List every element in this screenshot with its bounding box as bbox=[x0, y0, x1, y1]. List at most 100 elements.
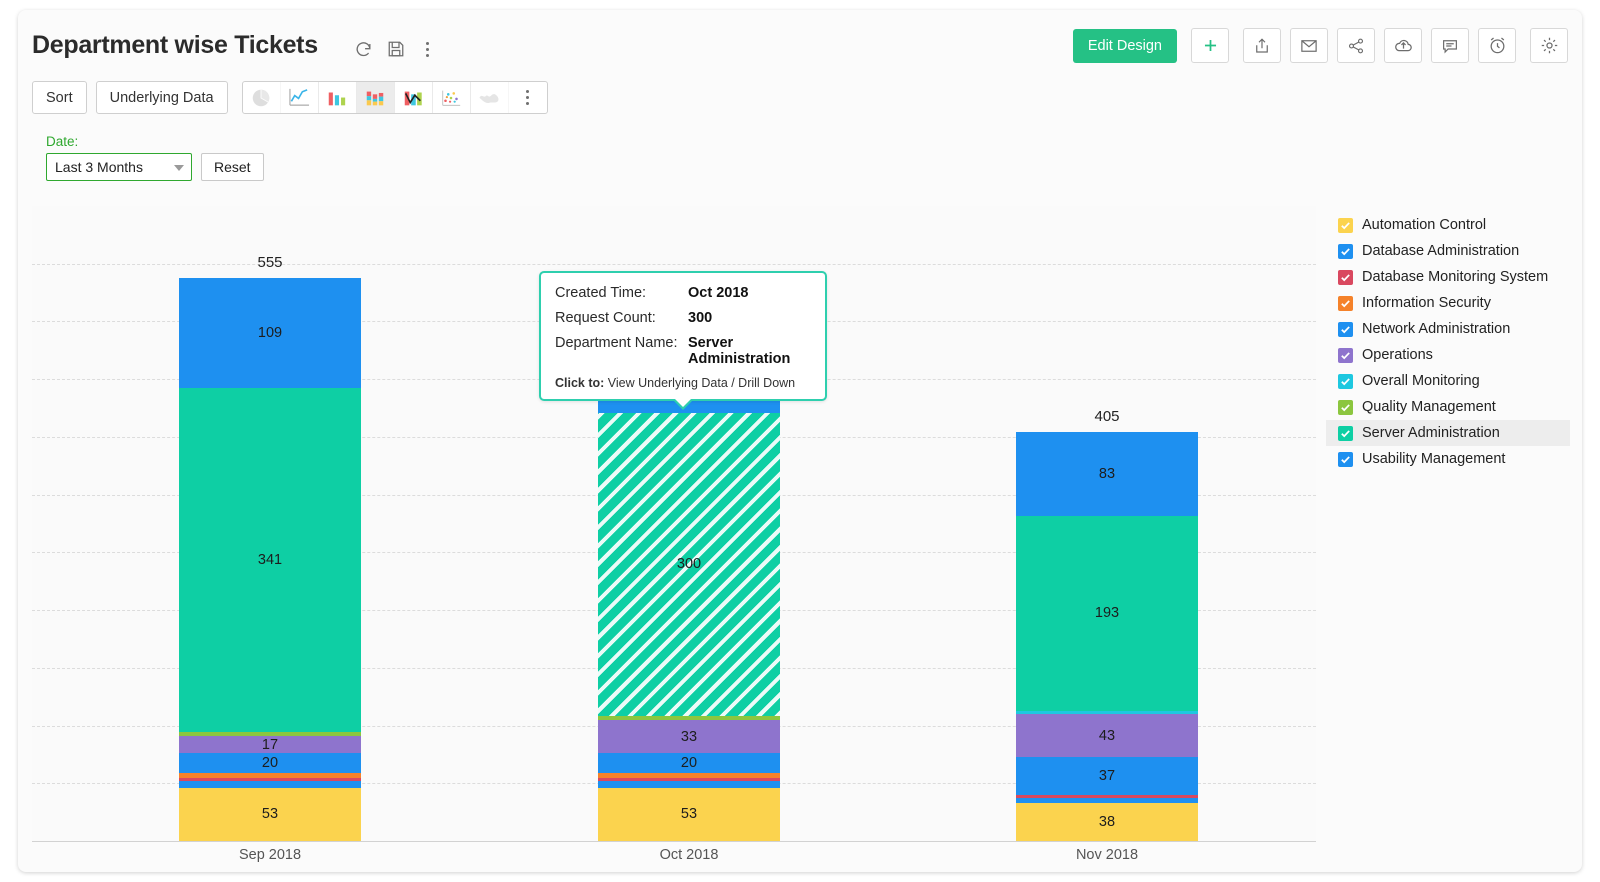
legend-label: Operations bbox=[1362, 347, 1433, 363]
legend-label: Automation Control bbox=[1362, 217, 1486, 233]
bar-segment[interactable] bbox=[1016, 711, 1198, 714]
tooltip-key: Department Name: bbox=[555, 335, 688, 367]
tooltip-footer-prefix: Click to: bbox=[555, 376, 604, 390]
legend-checkbox[interactable] bbox=[1338, 426, 1353, 441]
legend-checkbox[interactable] bbox=[1338, 218, 1353, 233]
bar-segment[interactable] bbox=[179, 781, 361, 787]
bar-segment[interactable]: 53 bbox=[598, 788, 780, 842]
bar-segment[interactable] bbox=[598, 778, 780, 781]
chevron-down-icon bbox=[174, 165, 184, 171]
bar-segment-label: 109 bbox=[258, 325, 282, 341]
settings-icon[interactable] bbox=[1530, 28, 1568, 63]
save-icon[interactable] bbox=[387, 40, 406, 59]
more-chart-options-icon[interactable] bbox=[509, 82, 547, 113]
tooltip-key: Request Count: bbox=[555, 310, 688, 326]
scatter-chart-icon[interactable] bbox=[433, 82, 471, 113]
legend-item[interactable]: Automation Control bbox=[1326, 212, 1570, 238]
bar-total-label: 555 bbox=[179, 254, 361, 271]
export-icon[interactable] bbox=[1243, 28, 1281, 63]
alarm-icon[interactable] bbox=[1478, 28, 1516, 63]
map-chart-icon[interactable] bbox=[471, 82, 509, 113]
legend-item[interactable]: Operations bbox=[1326, 342, 1570, 368]
page-title: Department wise Tickets bbox=[32, 31, 318, 60]
legend-item[interactable]: Quality Management bbox=[1326, 394, 1570, 420]
bar-segment[interactable] bbox=[179, 773, 361, 778]
bar-segment[interactable] bbox=[598, 716, 780, 720]
publish-icon[interactable] bbox=[1384, 28, 1422, 63]
dashboard-panel: Department wise Tickets Edit Design bbox=[18, 10, 1582, 872]
bar-segment[interactable]: 53 bbox=[179, 788, 361, 842]
legend-label: Database Monitoring System bbox=[1362, 269, 1548, 285]
bar-chart-icon[interactable] bbox=[319, 82, 357, 113]
bar-stack[interactable]: 532017341109555 bbox=[179, 278, 361, 841]
legend-item[interactable]: Server Administration bbox=[1326, 420, 1570, 446]
bar-segment[interactable] bbox=[179, 732, 361, 736]
bar-total-label: 405 bbox=[1016, 408, 1198, 425]
legend-item[interactable]: Overall Monitoring bbox=[1326, 368, 1570, 394]
bar-segment[interactable]: 300 bbox=[598, 413, 780, 716]
bar-segment[interactable] bbox=[598, 773, 780, 778]
bar-segment[interactable]: 83 bbox=[1016, 432, 1198, 516]
bar-segment[interactable]: 193 bbox=[1016, 516, 1198, 711]
bar-segment[interactable] bbox=[179, 778, 361, 781]
bar-segment-label: 43 bbox=[1099, 728, 1115, 744]
bar-segment[interactable]: 20 bbox=[598, 753, 780, 773]
bar-segment[interactable]: 38 bbox=[1016, 803, 1198, 841]
tooltip-value: 300 bbox=[688, 310, 712, 326]
bar-segment[interactable] bbox=[1016, 795, 1198, 798]
sort-button[interactable]: Sort bbox=[32, 81, 87, 114]
email-icon[interactable] bbox=[1290, 28, 1328, 63]
bar-segment[interactable]: 37 bbox=[1016, 757, 1198, 794]
chart-tooltip: Created Time: Oct 2018 Request Count: 30… bbox=[539, 271, 827, 401]
bar-segment[interactable]: 17 bbox=[179, 736, 361, 753]
edit-design-button[interactable]: Edit Design bbox=[1073, 29, 1177, 63]
legend-checkbox[interactable] bbox=[1338, 452, 1353, 467]
legend-checkbox[interactable] bbox=[1338, 374, 1353, 389]
bar-segment[interactable]: 20 bbox=[179, 753, 361, 773]
bar-segment[interactable]: 341 bbox=[179, 388, 361, 732]
legend-item[interactable]: Usability Management bbox=[1326, 446, 1570, 472]
legend-label: Server Administration bbox=[1362, 425, 1500, 441]
bar-stack[interactable]: 38374319383405 bbox=[1016, 432, 1198, 841]
legend-checkbox[interactable] bbox=[1338, 322, 1353, 337]
legend-item[interactable]: Database Monitoring System bbox=[1326, 264, 1570, 290]
bar-segment[interactable] bbox=[1016, 798, 1198, 803]
refresh-icon[interactable] bbox=[354, 40, 373, 59]
tooltip-row: Created Time: Oct 2018 bbox=[555, 285, 811, 301]
add-icon[interactable] bbox=[1191, 28, 1229, 63]
bar-segment-label: 53 bbox=[262, 806, 278, 822]
more-options-icon[interactable] bbox=[420, 40, 435, 59]
bar-segment-label: 20 bbox=[262, 755, 278, 771]
legend-item[interactable]: Database Administration bbox=[1326, 238, 1570, 264]
bar-segment[interactable]: 33 bbox=[598, 720, 780, 753]
x-axis-tick-label: Nov 2018 bbox=[1016, 847, 1198, 863]
date-range-select[interactable]: Last 3 Months bbox=[46, 153, 192, 181]
tooltip-arrow bbox=[672, 399, 694, 410]
comment-icon[interactable] bbox=[1431, 28, 1469, 63]
legend-checkbox[interactable] bbox=[1338, 270, 1353, 285]
legend-label: Information Security bbox=[1362, 295, 1491, 311]
underlying-data-button[interactable]: Underlying Data bbox=[96, 81, 228, 114]
bar-segment-label: 38 bbox=[1099, 814, 1115, 830]
tooltip-footer-text: View Underlying Data / Drill Down bbox=[608, 376, 795, 390]
x-axis-tick-label: Oct 2018 bbox=[598, 847, 780, 863]
bar-segment-label: 37 bbox=[1099, 768, 1115, 784]
legend-checkbox[interactable] bbox=[1338, 244, 1353, 259]
reset-button[interactable]: Reset bbox=[201, 153, 264, 181]
stacked-bar-chart-icon[interactable] bbox=[357, 82, 395, 113]
bar-segment[interactable]: 109 bbox=[179, 278, 361, 388]
share-icon[interactable] bbox=[1337, 28, 1375, 63]
legend-checkbox[interactable] bbox=[1338, 296, 1353, 311]
legend-item[interactable]: Network Administration bbox=[1326, 316, 1570, 342]
bar-segment-label: 53 bbox=[681, 806, 697, 822]
legend-checkbox[interactable] bbox=[1338, 400, 1353, 415]
bar-segment[interactable] bbox=[598, 781, 780, 787]
pie-chart-icon[interactable] bbox=[243, 82, 281, 113]
legend-item[interactable]: Information Security bbox=[1326, 290, 1570, 316]
line-chart-icon[interactable] bbox=[281, 82, 319, 113]
combo-chart-icon[interactable] bbox=[395, 82, 433, 113]
legend-checkbox[interactable] bbox=[1338, 348, 1353, 363]
bar-segment[interactable]: 43 bbox=[1016, 714, 1198, 757]
bar-segment-label: 20 bbox=[681, 755, 697, 771]
chart-legend[interactable]: Automation Control Database Administratio… bbox=[1326, 212, 1570, 472]
